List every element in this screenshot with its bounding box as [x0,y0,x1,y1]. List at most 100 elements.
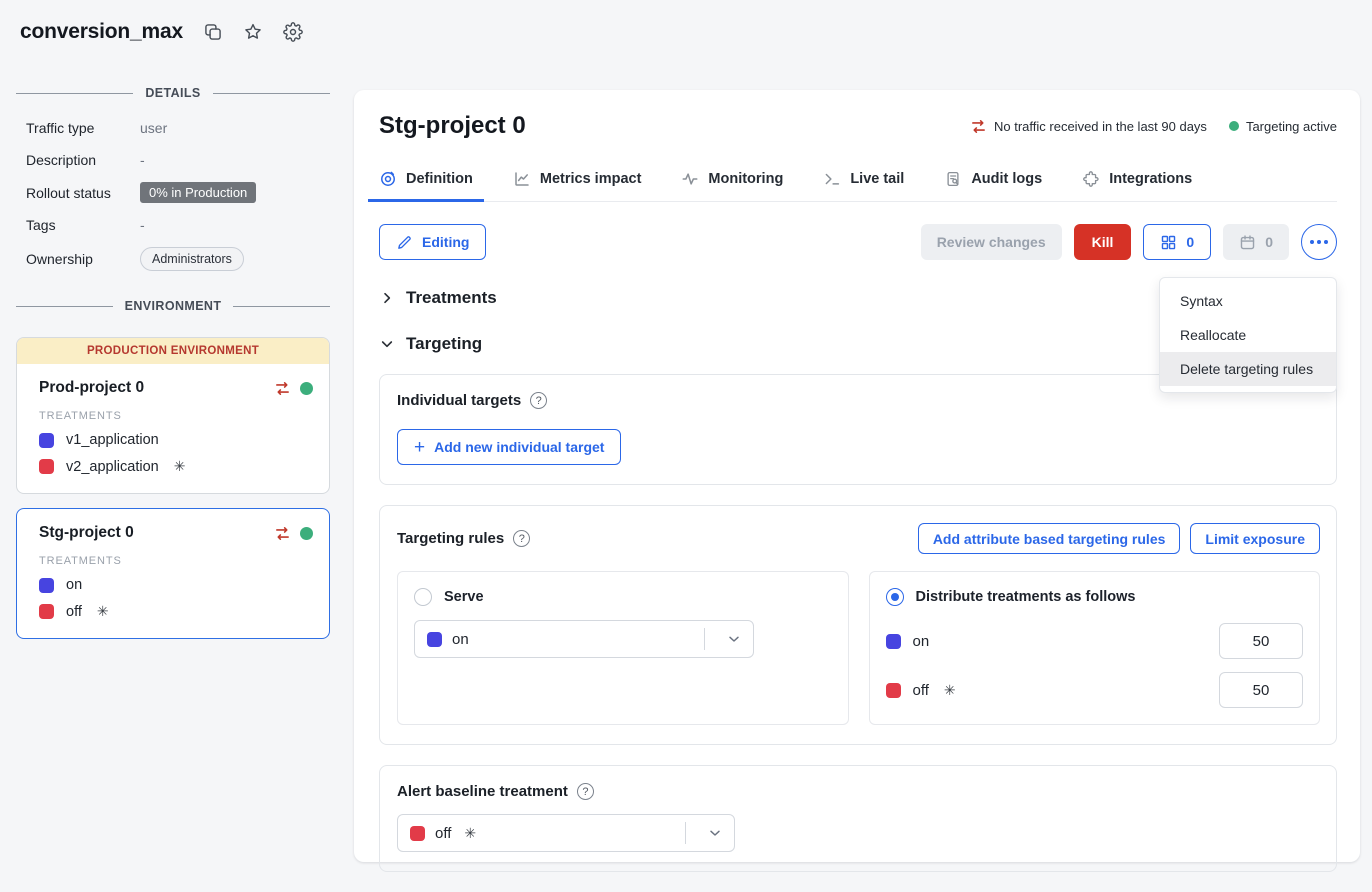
targeting-active-dot [300,527,313,540]
environment-name: Prod-project 0 [39,379,144,397]
schedule-count-button[interactable]: 0 [1223,224,1289,260]
details-heading: DETAILS [16,86,330,100]
menu-item-delete-targeting-rules[interactable]: Delete targeting rules [1160,352,1336,386]
target-icon [379,170,397,188]
details-heading-label: DETAILS [145,86,200,100]
radio-checked-icon [886,588,904,606]
review-changes-button[interactable]: Review changes [921,224,1062,260]
distribute-radio[interactable]: Distribute treatments as follows [886,588,1304,606]
detail-label: Description [26,152,140,168]
status-row: No traffic received in the last 90 days … [970,118,1337,135]
kill-button[interactable]: Kill [1074,224,1132,260]
detail-value: - [140,217,145,233]
main-header: Stg-project 0 No traffic received in the… [379,112,1337,140]
copy-icon[interactable] [203,22,223,42]
more-actions-menu: Syntax Reallocate Delete targeting rules [1159,277,1337,393]
detail-label: Traffic type [26,120,140,136]
treatment-name: off [913,682,929,699]
menu-item-syntax[interactable]: Syntax [1160,284,1336,318]
detail-value: user [140,120,167,136]
activity-pulse-icon [681,170,699,188]
treatment-row: v1_application [39,432,313,448]
terminal-icon [823,170,841,188]
treatment-color-swatch [39,604,54,619]
tab-definition[interactable]: Definition [379,170,473,201]
detail-label: Ownership [26,251,140,267]
default-treatment-icon: ✳ [944,682,956,699]
limit-exposure-button[interactable]: Limit exposure [1190,523,1320,554]
tab-audit-logs[interactable]: Audit logs [944,170,1042,201]
menu-item-reallocate[interactable]: Reallocate [1160,318,1336,352]
detail-row-description: Description - [26,150,330,170]
alert-baseline-select[interactable]: off ✳ [397,814,735,852]
environment-heading-label: ENVIRONMENT [125,299,222,313]
serve-radio[interactable]: Serve [414,588,832,606]
detail-row-tags: Tags - [26,215,330,235]
star-icon[interactable] [243,22,263,42]
traffic-swap-icon [970,118,987,135]
distribute-row-off: off ✳ [886,672,1304,708]
gear-icon[interactable] [283,22,303,42]
no-traffic-status: No traffic received in the last 90 days [970,118,1207,135]
distribute-row-on: on [886,623,1304,659]
environment-card-prod[interactable]: PRODUCTION ENVIRONMENT Prod-project 0 TR… [16,337,330,494]
targeting-active-dot [1229,121,1239,131]
changes-count-button[interactable]: 0 [1143,224,1211,260]
treatment-name: on [66,577,82,593]
add-attribute-rules-button[interactable]: Add attribute based targeting rules [918,523,1181,554]
tab-label: Audit logs [971,171,1042,187]
schedule-count: 0 [1265,234,1273,250]
add-individual-target-button[interactable]: + Add new individual target [397,429,621,465]
treatment-name: v1_application [66,432,159,448]
default-treatment-icon: ✳ [174,458,186,475]
serve-treatment-select[interactable]: on [414,620,754,658]
tab-live-tail[interactable]: Live tail [823,170,904,201]
radio-unchecked-icon [414,588,432,606]
tab-integrations[interactable]: Integrations [1082,170,1192,201]
distribute-off-percent-input[interactable] [1219,672,1303,708]
environment-card-body: Prod-project 0 TREATMENTS v1_application [17,364,329,493]
tab-label: Integrations [1109,171,1192,187]
traffic-swap-icon [274,525,291,542]
distribute-on-percent-input[interactable] [1219,623,1303,659]
treatments-section-label: Treatments [406,288,497,308]
more-actions-button[interactable] [1301,224,1337,260]
alert-baseline-selected-treatment: off [435,825,451,842]
targeting-rules-header: Targeting rules ? Add attribute based ta… [397,523,1320,554]
help-icon[interactable]: ? [530,392,547,409]
changes-count: 0 [1186,234,1194,250]
audit-log-icon [944,170,962,188]
editing-button[interactable]: Editing [379,224,486,260]
treatment-row: v2_application ✳ [39,458,313,475]
tab-label: Monitoring [708,171,783,187]
toolbar-right: Review changes Kill 0 0 [921,224,1337,260]
flag-title: Stg-project 0 [379,112,526,140]
treatment-color-swatch [39,459,54,474]
treatment-color-swatch [39,433,54,448]
serve-selected-treatment: on [452,631,469,648]
tab-label: Definition [406,171,473,187]
sidebar: DETAILS Traffic type user Description - … [16,86,330,639]
production-environment-banner: PRODUCTION ENVIRONMENT [17,338,329,364]
environment-heading: ENVIRONMENT [16,299,330,313]
environment-card-stg[interactable]: Stg-project 0 TREATMENTS on off [16,508,330,639]
treatment-row: on [39,577,313,593]
tab-monitoring[interactable]: Monitoring [681,170,783,201]
treatment-color-swatch [886,634,901,649]
grid-icon [1160,234,1177,251]
help-icon[interactable]: ? [577,783,594,800]
treatment-color-swatch [39,578,54,593]
treatment-color-swatch [427,632,442,647]
ownership-pill[interactable]: Administrators [140,247,244,271]
alert-baseline-title: Alert baseline treatment ? [397,783,1320,800]
tab-bar: Definition Metrics impact Monitoring Liv… [379,170,1337,202]
page-header: conversion_max [20,20,303,44]
treatment-color-swatch [886,683,901,698]
targeting-section-label: Targeting [406,334,482,354]
tab-metrics-impact[interactable]: Metrics impact [513,170,642,201]
targeting-active-status: Targeting active [1229,119,1337,134]
targeting-active-label: Targeting active [1246,119,1337,134]
help-icon[interactable]: ? [513,530,530,547]
tab-label: Metrics impact [540,171,642,187]
chevron-down-icon [696,825,734,841]
